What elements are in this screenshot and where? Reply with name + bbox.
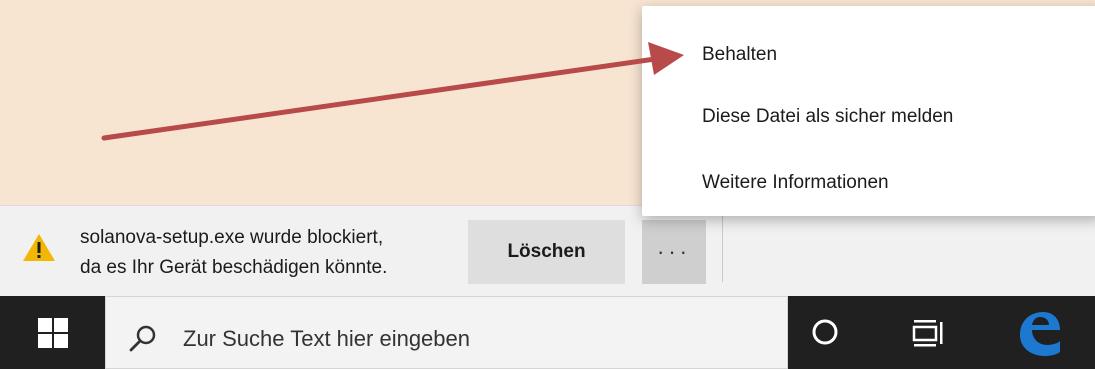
- search-placeholder: Zur Suche Text hier eingeben: [183, 326, 470, 351]
- download-context-menu: Behalten Diese Datei als sicher melden W…: [642, 6, 1095, 216]
- menu-item-keep[interactable]: Behalten: [642, 24, 1095, 86]
- menu-item-report-safe[interactable]: Diese Datei als sicher melden: [642, 86, 1095, 148]
- cortana-icon[interactable]: [810, 317, 840, 347]
- task-view-icon[interactable]: [912, 318, 946, 348]
- menu-item-more-info[interactable]: Weitere Informationen: [642, 152, 1095, 214]
- search-icon: [129, 325, 156, 352]
- divider: [722, 212, 723, 282]
- download-message-line2: da es Ihr Gerät beschädigen könnte.: [80, 257, 388, 278]
- edge-browser-icon[interactable]: [1010, 305, 1066, 361]
- warning-icon: [23, 234, 55, 261]
- delete-button[interactable]: Löschen: [468, 220, 625, 284]
- start-button[interactable]: [0, 296, 105, 369]
- more-actions-button[interactable]: ···: [642, 220, 706, 284]
- download-blocked-message: solanova-setup.exe wurde blockiert, da e…: [80, 223, 387, 283]
- download-message-line1: solanova-setup.exe wurde blockiert,: [80, 227, 384, 248]
- windows-start-icon: [37, 317, 68, 348]
